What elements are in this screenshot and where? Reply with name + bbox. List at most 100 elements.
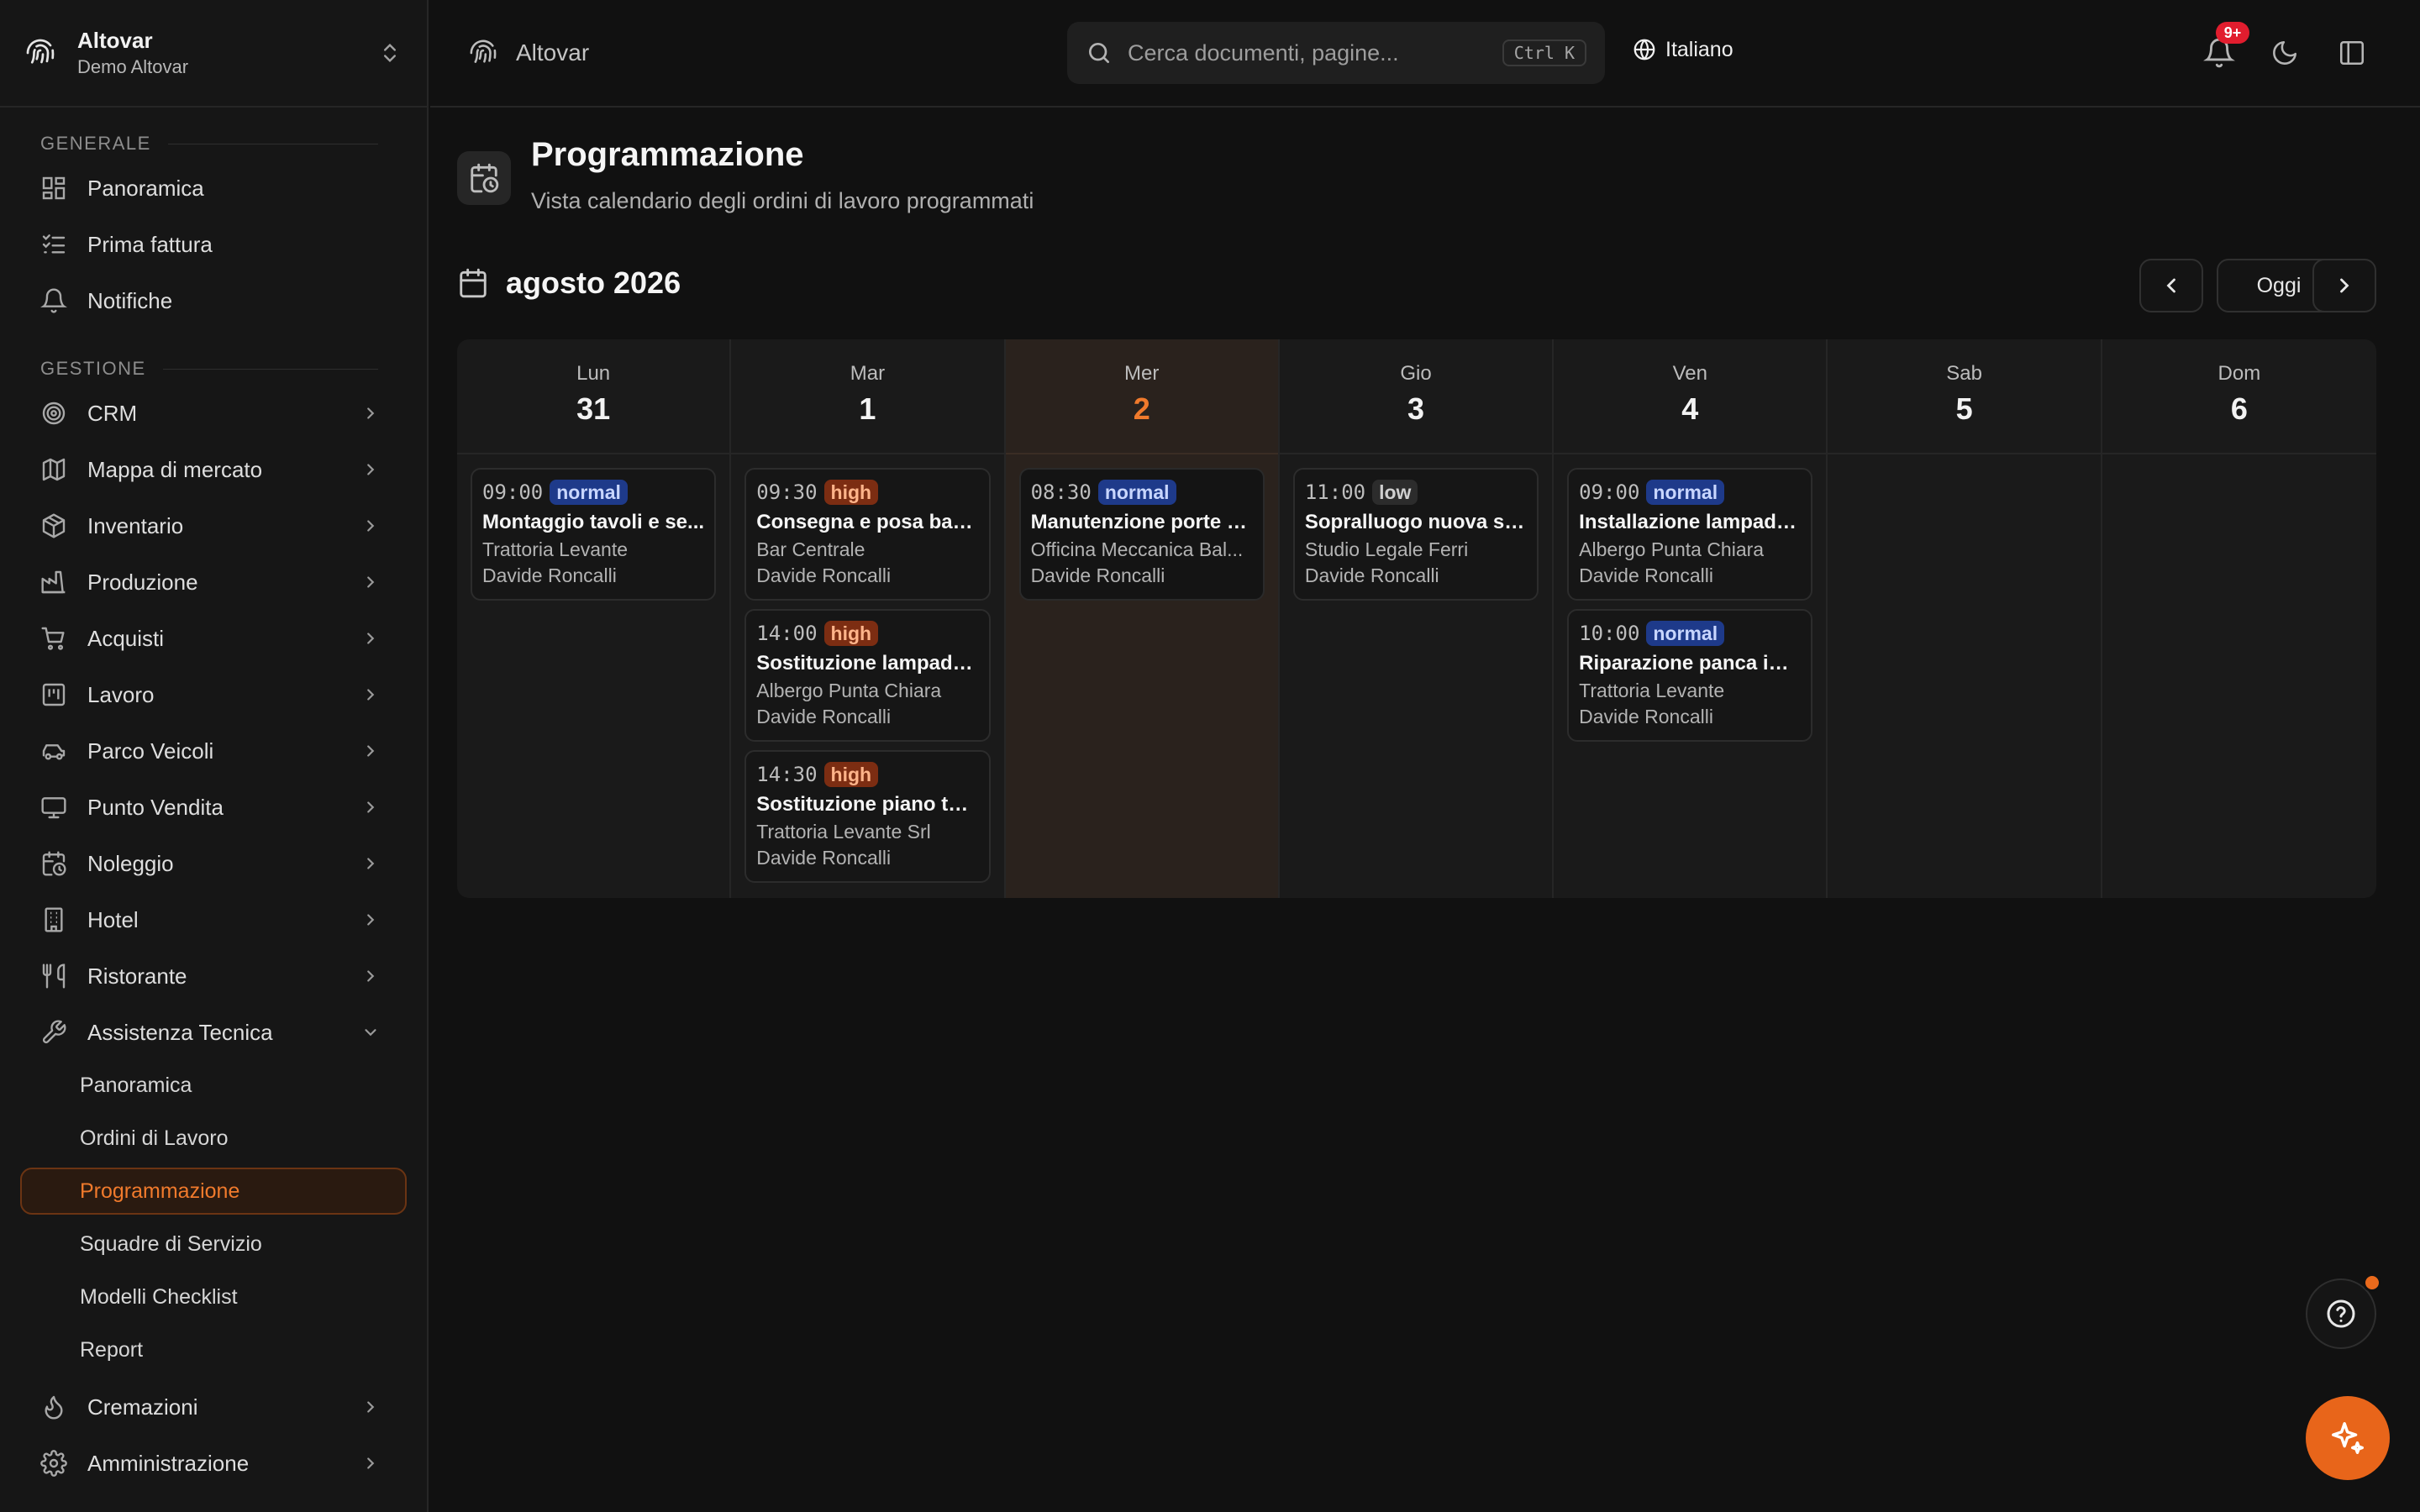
sidebar-item-crm[interactable]: CRM [20, 390, 407, 437]
day-column: Mar 1 09:30 high Consegna e posa ban... Bar C… [731, 339, 1006, 898]
header-brand[interactable]: Altovar [469, 39, 589, 67]
day-column: Lun 31 09:00 normal Montaggio tavoli e se...… [457, 339, 732, 898]
sidebar-item-panoramica[interactable]: Panoramica [20, 165, 407, 212]
event-title: Sostituzione piano tav... [756, 793, 979, 816]
flame-icon [45, 1395, 63, 1420]
event-technician: Davide Roncalli [756, 706, 892, 727]
event-time: 14:00 [756, 622, 818, 645]
day-events: 11:00 low Sopralluogo nuova sal... Studio L… [1280, 454, 1552, 601]
help-notification-dot [2363, 1273, 2381, 1292]
sidebar-item-parco-veicoli[interactable]: Parco Veicoli [20, 727, 407, 774]
day-name: Lun [576, 362, 611, 385]
day-number: 2 [1133, 391, 1150, 426]
sidebar-item-punto-vendita[interactable]: Punto Vendita [20, 784, 407, 831]
event-title: Installazione lampade... [1579, 511, 1802, 533]
group-label-generale: GENERALE [0, 129, 427, 158]
sidebar-item-cremazioni[interactable]: Cremazioni [20, 1383, 407, 1431]
prev-week-button[interactable] [2139, 259, 2203, 312]
cart-icon [41, 627, 65, 650]
day-number: 6 [2230, 391, 2248, 426]
next-week-button[interactable] [2312, 259, 2376, 312]
sidebar-item-ristorante[interactable]: Ristorante [20, 953, 407, 1000]
chevrons-up-down-icon[interactable] [378, 41, 402, 65]
chevron-right-icon [367, 1457, 375, 1469]
monitor-icon [41, 797, 66, 819]
sidebar-item-inventario[interactable]: Inventario [20, 502, 407, 549]
day-number: 1 [859, 391, 876, 426]
submenu-item-modelli-checklist[interactable]: Modelli Checklist [20, 1273, 407, 1320]
event-meta: 11:00 low [1305, 478, 1527, 507]
day-number: 4 [1681, 391, 1699, 426]
chevron-right-icon [2340, 278, 2349, 293]
day-column: Gio 3 11:00 low Sopralluogo nuova sal... Stud… [1279, 339, 1555, 898]
sidebar-item-assistenza-tecnica[interactable]: Assistenza Tecnica [20, 1009, 407, 1056]
sidebar-item-lavoro[interactable]: Lavoro [20, 671, 407, 718]
car-icon [42, 744, 66, 760]
day-header: Lun 31 [457, 339, 730, 454]
day-name: Mer [1124, 362, 1160, 385]
org-switcher[interactable]: Altovar Demo Altovar [0, 0, 427, 108]
chevron-right-icon [367, 689, 375, 701]
event-time: 11:00 [1304, 480, 1366, 504]
event-time: 09:00 [1579, 480, 1640, 504]
event-card[interactable]: 09:00 normal Installazione lampade... Alber… [1567, 468, 1813, 601]
sidebar-item-amministrazione[interactable]: Amministrazione [20, 1440, 407, 1487]
sidebar-item-label: Lavoro [87, 681, 155, 707]
sidebar-item-label: Inventario [87, 512, 184, 538]
sidebar-item-produzione[interactable]: Produzione [20, 559, 407, 606]
day-number: 31 [576, 391, 611, 426]
event-title: Montaggio tavoli e se... [482, 511, 705, 533]
calendar-month: agosto 2026 [457, 265, 681, 301]
event-card[interactable]: 09:30 high Consegna e posa ban... Bar Centr… [744, 468, 991, 601]
event-card[interactable]: 08:30 normal Manutenzione porte s... Offici… [1018, 468, 1265, 601]
sidebar-item-hotel[interactable]: Hotel [20, 896, 407, 943]
submenu-item-ordini-di-lavoro[interactable]: Ordini di Lavoro [20, 1115, 407, 1162]
sidebar-item-notifiche[interactable]: Notifiche [20, 277, 407, 324]
ai-assistant-button[interactable] [2306, 1396, 2390, 1480]
event-title: Sostituzione lampade ... [756, 652, 979, 675]
event-technician: Davide Roncalli [756, 847, 892, 869]
utensils-icon [42, 963, 66, 989]
event-card[interactable]: 14:00 high Sostituzione lampade ... Albergo… [744, 609, 991, 742]
submenu-item-squadre-di-servizio[interactable]: Squadre di Servizio [20, 1221, 407, 1268]
sidebar-item-label: CRM [87, 400, 138, 426]
event-technician: Davide Roncalli [1579, 706, 1713, 727]
submenu-item-programmazione[interactable]: Programmazione [20, 1168, 407, 1215]
day-column: Sab 5 [1828, 339, 2102, 898]
event-meta: 14:00 high [756, 619, 978, 648]
search-input[interactable]: Cerca documenti, pagine... Ctrl K [1067, 22, 1605, 84]
event-card[interactable]: 10:00 normal Riparazione panca im... Tratto… [1567, 609, 1813, 742]
event-client: Albergo Punta Chiara [1579, 538, 1765, 560]
building-icon [45, 907, 63, 932]
sparkles-icon [2332, 1422, 2364, 1454]
sidebar-item-mappa-di-mercato[interactable]: Mappa di mercato [20, 446, 407, 493]
sidebar-item-label: Ristorante [87, 963, 187, 989]
sidebar-toggle-icon[interactable] [2338, 39, 2366, 67]
event-card[interactable]: 14:30 high Sostituzione piano tav... Tratto… [744, 750, 991, 883]
language-selector[interactable]: Italiano [1632, 37, 1733, 62]
event-meta: 09:30 high [756, 478, 978, 507]
priority-badge: normal [1646, 480, 1725, 505]
sidebar-item-label: Notifiche [87, 287, 173, 313]
chevron-right-icon [367, 970, 375, 982]
event-title: Riparazione panca im... [1579, 652, 1802, 675]
event-time: 10:00 [1579, 622, 1640, 645]
sidebar-item-noleggio[interactable]: Noleggio [20, 840, 407, 887]
event-card[interactable]: 11:00 low Sopralluogo nuova sal... Studio L… [1292, 468, 1539, 601]
day-name: Gio [1400, 362, 1432, 385]
wrench-icon [42, 1020, 66, 1044]
day-column: Ven 4 09:00 normal Installazione lampade... A… [1554, 339, 1828, 898]
moon-icon[interactable] [2270, 39, 2299, 67]
chevron-right-icon [367, 1401, 375, 1413]
submenu-item-report[interactable]: Report [20, 1326, 407, 1373]
day-header: Gio 3 [1279, 339, 1553, 454]
event-technician: Davide Roncalli [1030, 564, 1165, 586]
submenu-item-panoramica[interactable]: Panoramica [20, 1062, 407, 1109]
event-client: Bar Centrale [756, 538, 865, 560]
sidebar-item-acquisti[interactable]: Acquisti [20, 615, 407, 662]
day-events: 08:30 normal Manutenzione porte s... Offici… [1006, 454, 1278, 601]
sidebar-item-prima-fattura[interactable]: Prima fattura [20, 221, 407, 268]
event-card[interactable]: 09:00 normal Montaggio tavoli e se... Tratt… [471, 468, 717, 601]
chevron-right-icon [367, 914, 375, 926]
sidebar-item-label: Noleggio [87, 850, 174, 876]
